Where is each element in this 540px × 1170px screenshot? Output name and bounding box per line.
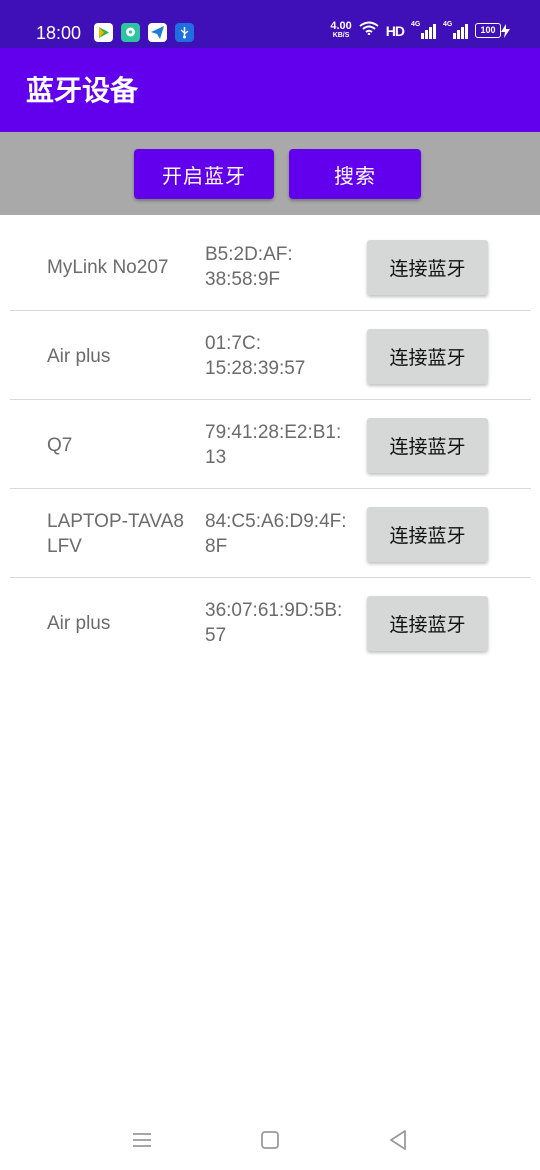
battery-level: 100 — [475, 23, 501, 38]
enable-bluetooth-button[interactable]: 开启蓝牙 — [134, 149, 274, 199]
signal-strength-2: 4G — [443, 20, 468, 39]
device-mac-address: 36:07:61:9D:5B: 57 — [205, 600, 343, 646]
connect-bluetooth-button[interactable]: 连接蓝牙 — [367, 240, 488, 295]
action-toolbar: 开启蓝牙 搜索 — [0, 132, 540, 215]
screen: 18:00 4.00 KB/S HD 4G 4G 100 蓝牙设备 开启蓝牙 搜… — [0, 0, 540, 1170]
device-name: MyLink No207 — [47, 256, 169, 278]
wifi-icon — [359, 21, 379, 40]
device-name: Q7 — [47, 434, 73, 456]
page-title: 蓝牙设备 — [26, 74, 139, 107]
connect-bluetooth-button[interactable]: 连接蓝牙 — [367, 418, 488, 473]
connect-bluetooth-button[interactable]: 连接蓝牙 — [367, 507, 488, 562]
back-icon[interactable] — [384, 1126, 412, 1154]
list-item: Air plus 01:7C: 15:28:39:57 连接蓝牙 — [10, 311, 531, 400]
hd-label: HD — [385, 22, 405, 39]
status-time: 18:00 — [36, 23, 82, 43]
signal-2-label: 4G — [443, 20, 453, 28]
device-list: MyLink No207 B5:2D:AF: 38:58:9F 连接蓝牙 Air… — [10, 222, 531, 666]
network-speed-value: 4.00 — [330, 19, 352, 32]
chat-icon — [121, 23, 140, 42]
list-item: Air plus 36:07:61:9D:5B: 57 连接蓝牙 — [10, 578, 531, 666]
device-mac-address: 79:41:28:E2:B1: 13 — [205, 422, 342, 468]
device-mac-address: B5:2D:AF: 38:58:9F — [205, 244, 293, 290]
charging-icon — [501, 23, 510, 38]
network-speed-unit: KB/S — [332, 31, 350, 39]
status-bar: 18:00 4.00 KB/S HD 4G 4G 100 — [0, 0, 540, 48]
device-mac-address: 01:7C: 15:28:39:57 — [205, 333, 306, 379]
usb-icon — [175, 23, 194, 42]
play-store-icon — [94, 23, 113, 42]
status-indicators: 4.00 KB/S HD 4G 4G 100 — [330, 19, 510, 40]
signal-1-label: 4G — [411, 20, 421, 28]
list-item: MyLink No207 B5:2D:AF: 38:58:9F 连接蓝牙 — [10, 222, 531, 311]
app-bar: 蓝牙设备 — [0, 48, 540, 132]
telegram-icon — [148, 23, 167, 42]
device-name: LAPTOP-TAVA8 LFV — [47, 511, 184, 557]
device-mac-address: 84:C5:A6:D9:4F: 8F — [205, 511, 347, 557]
battery-icon: 100 — [475, 23, 510, 38]
notification-icons — [94, 23, 194, 42]
search-button[interactable]: 搜索 — [289, 149, 421, 199]
device-name: Air plus — [47, 612, 111, 634]
signal-strength-1: 4G — [411, 20, 436, 39]
home-icon[interactable] — [256, 1126, 284, 1154]
network-speed: 4.00 KB/S — [330, 19, 352, 40]
system-nav-bar — [0, 1110, 540, 1170]
menu-icon[interactable] — [128, 1126, 156, 1154]
device-name: Air plus — [47, 345, 111, 367]
list-item: LAPTOP-TAVA8 LFV 84:C5:A6:D9:4F: 8F 连接蓝牙 — [10, 489, 531, 578]
connect-bluetooth-button[interactable]: 连接蓝牙 — [367, 596, 488, 651]
connect-bluetooth-button[interactable]: 连接蓝牙 — [367, 329, 488, 384]
list-item: Q7 79:41:28:E2:B1: 13 连接蓝牙 — [10, 400, 531, 489]
